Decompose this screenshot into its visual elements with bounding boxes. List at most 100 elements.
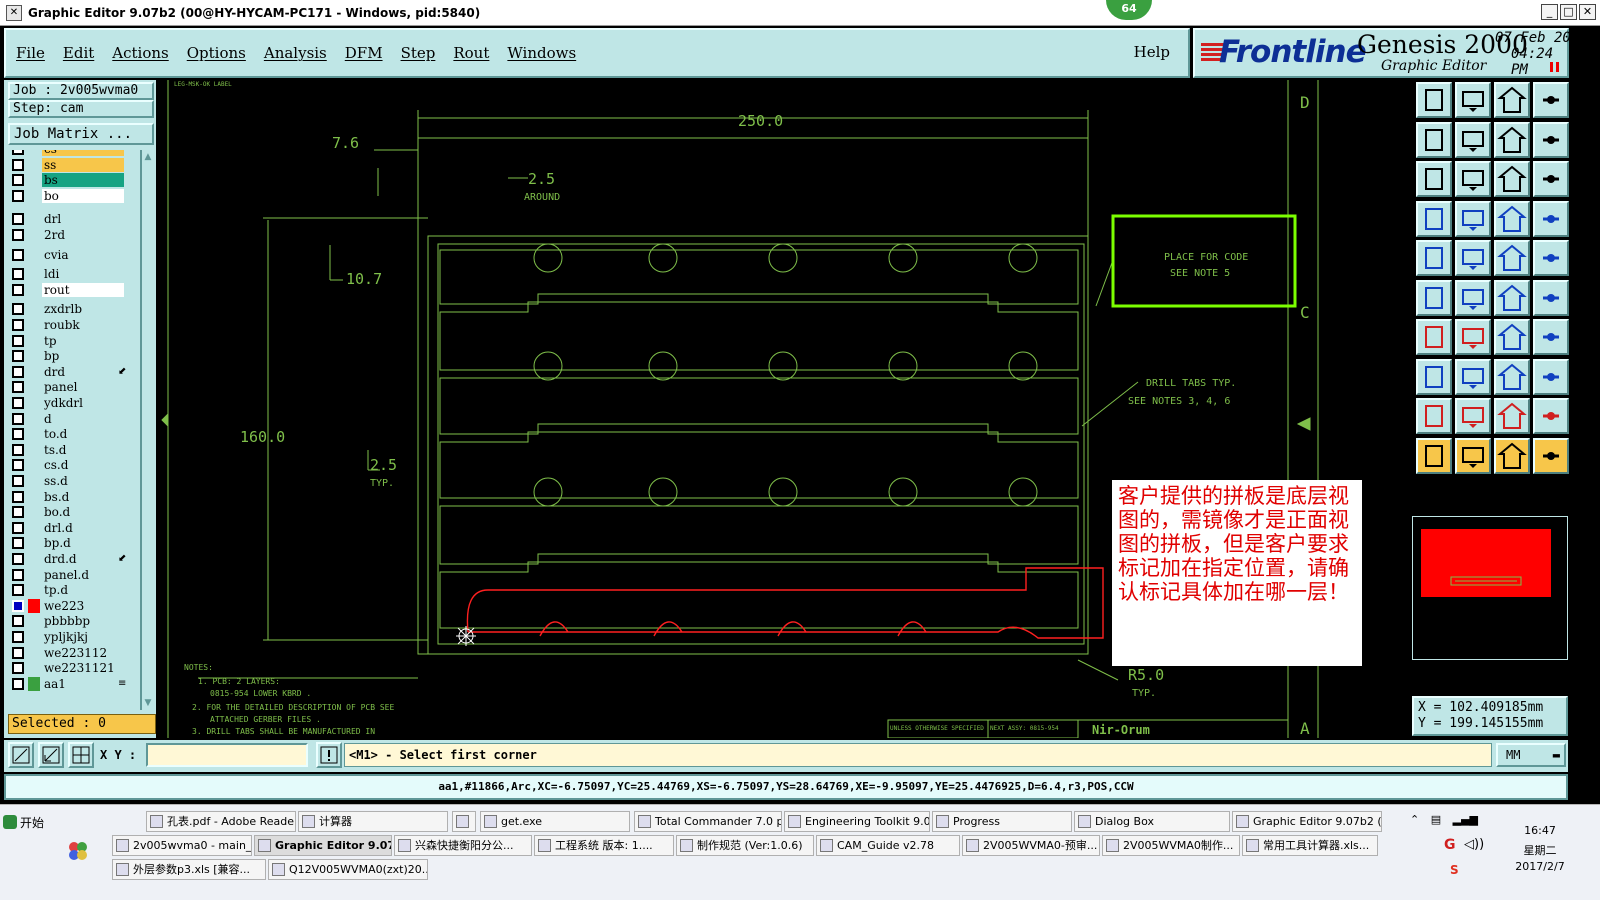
layer-color-swatch[interactable] [28,427,40,441]
taskbar-item[interactable]: 外层参数p3.xls [兼容... [112,859,266,880]
layer-name[interactable]: bo.d [42,505,124,520]
layer-name[interactable]: drd [42,364,124,379]
taskbar-item[interactable]: Total Commander 7.0 p... [634,811,782,832]
layer-checkbox[interactable] [12,319,24,331]
layer-name[interactable]: we2231121 [42,661,124,676]
layer-row-ypljkjkj[interactable]: ypljkjkj [8,630,130,644]
layer-scrollbar[interactable]: ▲ ▼ [140,150,154,710]
layer-color-swatch[interactable] [28,568,40,582]
pan-right-button[interactable] [1455,121,1491,158]
layer-row-bo[interactable]: bo [8,188,130,203]
fit-screen-button[interactable] [1533,82,1569,118]
layer-name[interactable]: tp [42,333,124,348]
layer-checkbox[interactable] [12,677,24,690]
ruler-button[interactable] [1494,240,1530,276]
layer-color-swatch[interactable] [28,521,40,535]
select-net-button[interactable] [1533,437,1569,474]
layer-checkbox[interactable] [12,475,24,487]
taskbar-item[interactable]: 常用工具计算器.xls... [1242,835,1378,856]
layer-row-cs[interactable]: cs [8,150,130,156]
layer-color-swatch[interactable] [28,267,40,281]
layer-name[interactable]: 2rd [42,228,124,242]
layer-checkbox[interactable] [12,584,24,597]
layer-name[interactable]: bs [42,173,124,188]
taskbar-item[interactable]: 2V005WVMA0制作... [1102,835,1240,856]
layer-checkbox[interactable] [12,506,24,519]
layer-name[interactable]: zxdrlb [42,302,124,317]
layer-name[interactable]: rout [42,282,124,297]
layer-row-zxdrlb[interactable]: zxdrlb [8,302,130,317]
layer-color-swatch[interactable] [28,228,40,242]
grid-button[interactable] [68,742,94,768]
tray-network-icon[interactable]: ▤ [1431,813,1441,826]
minimize-button[interactable]: _ [1541,4,1558,20]
layer-checkbox[interactable] [12,599,24,612]
menu-step[interactable]: Step [401,44,436,62]
layer-checkbox[interactable] [12,397,24,409]
cross-button[interactable] [1455,279,1491,316]
layer-color-swatch[interactable] [28,583,40,597]
line-red-button[interactable] [1416,319,1452,355]
menu-help[interactable]: Help [1134,43,1170,61]
pan-left-button[interactable] [1416,121,1452,158]
menu-dfm[interactable]: DFM [345,44,383,62]
menu-analysis[interactable]: Analysis [264,44,327,62]
arrange-button[interactable] [1533,358,1569,395]
layer-color-swatch[interactable] [28,661,40,675]
layer-row-cvia[interactable]: cvia [8,247,130,262]
layer-color-swatch[interactable] [28,646,40,660]
layer-row-we223[interactable]: we223 [8,598,130,613]
zoom-in-button[interactable] [1416,82,1452,118]
layer-row-2rd[interactable]: 2rd [8,228,130,242]
layer-row-panel.d[interactable]: panel.d [8,567,130,582]
filter-button[interactable] [1416,200,1452,237]
clock[interactable]: 16:47 星期二 2017/2/7 [1500,821,1580,873]
layer-row-drl.d[interactable]: drl.d [8,520,130,535]
text-b-button[interactable] [1533,398,1569,434]
scroll-down-icon[interactable]: ▼ [143,698,153,708]
layer-color-swatch[interactable] [28,505,40,519]
zoom-fit-button[interactable] [1416,161,1452,197]
layer-checkbox[interactable] [12,459,24,472]
taskbar-item[interactable]: Engineering Toolkit 9.0... [784,811,930,832]
job-matrix-button[interactable]: Job Matrix ... [8,123,154,145]
tray-app-icon[interactable]: G [1444,837,1456,853]
layer-checkbox[interactable] [12,334,24,347]
tray-volume-icon[interactable]: ◁)) [1464,837,1484,852]
layer-row-bs.d[interactable]: bs.d [8,489,130,504]
taskbar-item[interactable]: CAM_Guide v2.78 [816,835,960,856]
layer-name[interactable]: to.d [42,427,124,442]
layer-row-panel[interactable]: panel [8,380,130,395]
layer-checkbox[interactable] [12,174,24,187]
layer-name[interactable]: cvia [42,247,124,262]
scroll-up-icon[interactable]: ▲ [143,152,153,162]
layer-color-swatch[interactable] [28,349,40,363]
layer-name[interactable]: cs.d [42,458,124,473]
layer-color-swatch[interactable] [28,334,40,348]
layer-row-ldi[interactable]: ldi [8,267,130,282]
zoom-window-button[interactable] [8,742,34,768]
layer-name[interactable]: ydkdrl [42,396,124,410]
layer-checkbox[interactable] [12,443,24,456]
layer-color-swatch[interactable] [28,474,40,488]
layer-checkbox[interactable] [12,268,24,281]
layer-color-swatch[interactable] [28,248,40,262]
layer-name[interactable]: we223112 [42,645,124,660]
taskbar-item[interactable]: get.exe [480,811,630,832]
layer-name[interactable]: ts.d [42,442,124,457]
taskbar-item[interactable]: 制作规范 (Ver:1.0.6) [676,835,814,856]
pan-all-button[interactable] [1455,161,1491,197]
menu-actions[interactable]: Actions [112,44,168,62]
layer-color-swatch[interactable] [28,614,40,628]
layer-name[interactable]: aa1 [42,676,124,691]
menu-edit[interactable]: Edit [63,44,94,62]
layer-color-swatch[interactable] [28,212,40,226]
layer-name[interactable]: pbbbbp [42,614,124,629]
menu-file[interactable]: File [16,44,45,62]
layer-color-swatch[interactable] [28,302,40,316]
layer-name[interactable]: tp.d [42,583,124,598]
layer-color-swatch[interactable] [28,380,40,394]
align-button[interactable] [1494,358,1530,395]
move-point-button[interactable] [1494,279,1530,316]
taskbar-item[interactable]: Dialog Box [1074,811,1230,832]
